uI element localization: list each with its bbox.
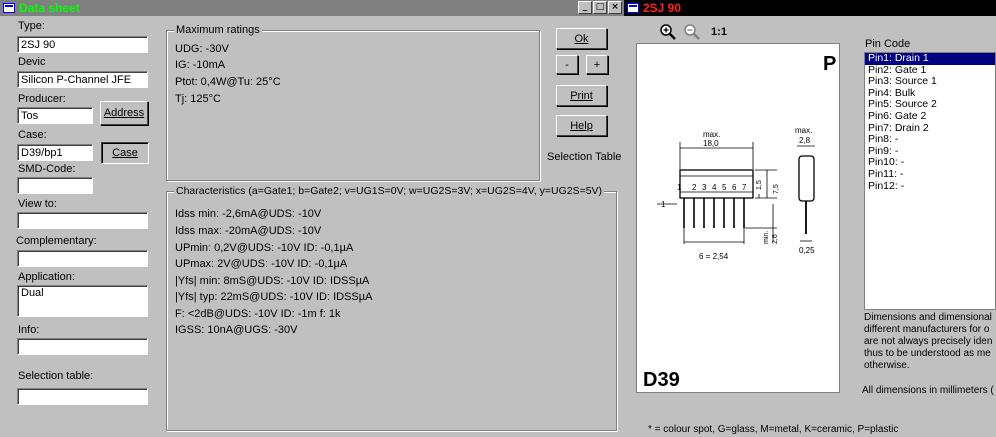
list-item[interactable]: Pin11: - <box>865 168 995 181</box>
max-rating-line: Tj: 125°C <box>175 93 221 105</box>
pin-code-list[interactable]: Pin1: Drain 1 Pin2: Gate 1 Pin3: Source … <box>864 52 996 310</box>
dimensions-note-line: different manufacturers for o <box>864 324 990 335</box>
print-button[interactable]: Print <box>556 85 607 106</box>
millimeters-note: All dimensions in millimeters ( <box>862 385 994 396</box>
dim-h2: 7,5 <box>773 184 780 194</box>
characteristic-line: UPmax: 2V@UDS: -10V ID: -0,1µA <box>175 258 348 270</box>
list-item[interactable]: Pin1: Drain 1 <box>865 53 995 65</box>
left-title-bar[interactable]: Data sheet _ □ × <box>0 0 624 16</box>
characteristic-line: |Yfs| typ: 22mS@UDS: -10V ID: IDSSµA <box>175 291 373 303</box>
pin-number: 4 <box>712 183 717 192</box>
characteristic-line: Idss max: -20mA@UDS: -10V <box>175 225 322 237</box>
package-drawing: P max. 18,0 1 2 3 4 5 6 7 1 6 = 2,54 1,5… <box>636 43 840 393</box>
pin-number: 2 <box>692 183 697 192</box>
package-letter: P <box>823 53 836 75</box>
zoom-reset-button[interactable]: 1:1 <box>707 22 731 42</box>
pin-number: 6 <box>732 183 737 192</box>
max-ratings-title: Maximum ratings <box>174 24 262 36</box>
pin1-side-label: 1 <box>661 200 666 209</box>
right-title-bar[interactable]: 2SJ 90 <box>624 0 996 16</box>
dim-lead: 2,6 <box>772 234 779 244</box>
max-ratings-group: Maximum ratings UDG: -30V IG: -10mA Ptot… <box>166 24 540 181</box>
address-button[interactable]: Address <box>100 101 148 125</box>
pin-number: 3 <box>702 183 707 192</box>
characteristics-group: Characteristics (a=Gate1; b=Gate2; v=UG1… <box>166 185 617 431</box>
dim-length: 18,0 <box>703 139 719 148</box>
minimize-button[interactable]: _ <box>578 1 592 14</box>
list-item[interactable]: Pin8: - <box>865 134 995 146</box>
producer-input[interactable] <box>17 107 93 124</box>
pin-number: 7 <box>742 183 747 192</box>
legend-note: * = colour spot, G=glass, M=metal, K=cer… <box>648 424 899 435</box>
characteristics-title: Characteristics (a=Gate1; b=Gate2; v=UG1… <box>174 185 605 197</box>
dim-depth: 2,8 <box>799 136 811 145</box>
data-sheet-window: Data sheet _ □ × Type: Devic Producer: A… <box>0 0 624 437</box>
characteristic-line: F: <2dB@UDS: -10V ID: -1m f: 1k <box>175 308 341 320</box>
close-button[interactable]: × <box>608 1 622 14</box>
pin-number: 5 <box>722 183 727 192</box>
view-to-label: View to: <box>18 198 57 210</box>
device-label: Devic <box>18 56 46 68</box>
characteristic-line: |Yfs| min: 8mS@UDS: -10V ID: IDSSµA <box>175 275 370 287</box>
window-icon <box>627 3 639 13</box>
zoom-in-icon[interactable] <box>658 22 678 42</box>
device-input[interactable] <box>17 71 148 88</box>
window-icon <box>3 3 15 13</box>
dim-max-label: max. <box>795 126 812 135</box>
pitch-label: 6 = 2,54 <box>699 252 729 261</box>
selection-table-button[interactable]: Selection Table <box>547 146 623 168</box>
ok-button[interactable]: Ok <box>556 28 607 49</box>
left-window-title: Data sheet <box>19 1 80 15</box>
list-item[interactable]: Pin6: Gate 2 <box>865 110 995 123</box>
help-button[interactable]: Help <box>556 115 607 136</box>
characteristic-line: UPmin: 0,2V@UDS: -10V ID: -0,1µA <box>175 242 354 254</box>
max-rating-line: Ptot: 0,4W@Tu: 25°C <box>175 76 281 88</box>
smd-code-label: SMD-Code: <box>18 163 76 175</box>
dim-max-label: max. <box>703 130 720 139</box>
view-to-input[interactable] <box>17 212 148 229</box>
type-label: Type: <box>18 20 45 32</box>
info-input[interactable] <box>17 338 148 355</box>
dim-h1: 1,5 <box>756 180 763 190</box>
pin-number: 1 <box>677 183 682 192</box>
dim-thick: 0,25 <box>799 246 815 255</box>
max-rating-line: IG: -10mA <box>175 59 226 71</box>
zoom-out-icon[interactable] <box>682 22 702 42</box>
max-rating-line: UDG: -30V <box>175 43 229 55</box>
dim-min-label: min. <box>763 231 770 244</box>
complementary-label: Complementary: <box>16 235 97 247</box>
decrease-button[interactable]: - <box>556 55 578 74</box>
type-input[interactable] <box>17 36 148 53</box>
increase-button[interactable]: + <box>586 55 608 74</box>
case-button[interactable]: Case <box>101 142 149 164</box>
application-input[interactable]: Dual <box>17 285 148 317</box>
application-label: Application: <box>18 271 75 283</box>
selection-table-input[interactable] <box>17 388 148 405</box>
complementary-input[interactable] <box>17 250 148 267</box>
right-window-title: 2SJ 90 <box>643 1 682 15</box>
maximize-button[interactable]: □ <box>593 1 607 14</box>
selection-table-label: Selection table: <box>18 370 94 382</box>
case-label: Case: <box>18 129 47 141</box>
dimensions-note-line: are not always precisely iden <box>864 336 993 347</box>
pin-code-label: Pin Code <box>865 38 911 50</box>
smd-code-input[interactable] <box>17 177 93 194</box>
dimensions-note-line: Dimensions and dimensional <box>864 312 992 323</box>
characteristic-line: Idss min: -2,6mA@UDS: -10V <box>175 208 322 220</box>
list-item[interactable]: Pin12: - <box>865 180 995 193</box>
info-label: Info: <box>18 324 40 336</box>
producer-label: Producer: <box>18 93 66 105</box>
dimensions-note-line: otherwise. <box>864 360 910 371</box>
case-code-label: D39 <box>643 369 680 391</box>
characteristic-line: IGSS: 10nA@UGS: -30V <box>175 324 298 336</box>
case-input[interactable] <box>17 144 93 161</box>
dimensions-note-line: thus to be understood as me <box>864 348 991 359</box>
